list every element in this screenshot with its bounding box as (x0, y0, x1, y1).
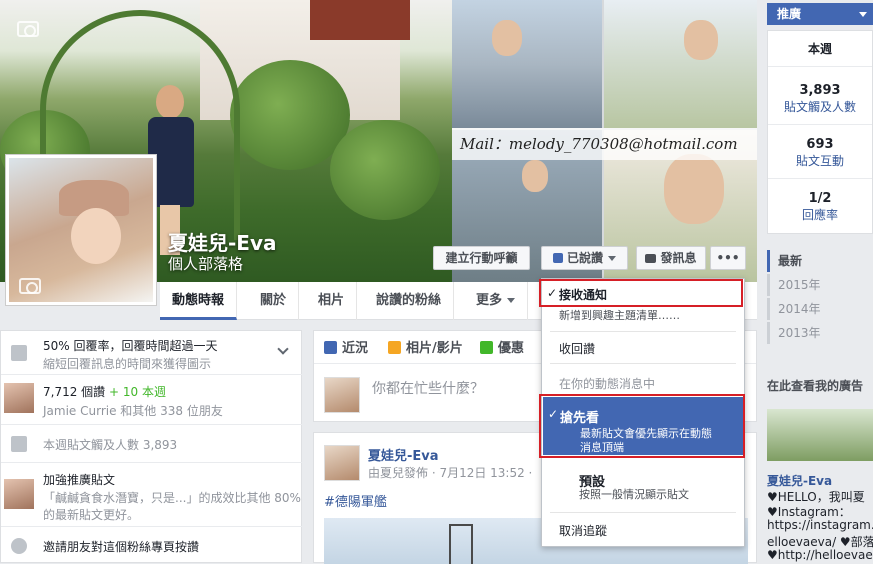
likes-row[interactable]: 7,712 個讚 + 10 本週 Jamie Currie 和其他 338 位朋… (1, 375, 303, 425)
boost-line2: 的最新貼文更好。 (43, 508, 140, 522)
tree-image (330, 120, 440, 220)
stat-label: 回應率 (801, 208, 838, 222)
promote-header[interactable]: 推廣 (767, 3, 873, 25)
stat-value: 693 (806, 137, 834, 152)
tab-about[interactable]: 關於 (248, 282, 300, 320)
tab-more[interactable]: 更多 (464, 282, 529, 320)
caret-down-icon (859, 12, 867, 17)
stat-reach[interactable]: 3,893 貼文觸及人數 (768, 67, 872, 125)
stat-label: 貼文互動 (795, 154, 844, 168)
highlight-box (539, 394, 745, 458)
boost-title: 加強推廣貼文 (43, 473, 116, 487)
menu-section-header: 在你的動態消息中 (559, 377, 656, 391)
message-icon (11, 345, 27, 361)
tab-timeline[interactable]: 動態時報 (160, 282, 238, 320)
menu-item-unfollow[interactable]: 取消追蹤 (542, 522, 744, 539)
ad-text-line[interactable]: https://instagram.co (767, 518, 873, 532)
collage-photo (452, 0, 602, 128)
response-rate-row[interactable]: 50% 回覆率，回覆時間超過一天 縮短回覆訊息的時間來獲得圖示 (1, 331, 303, 375)
tab-photos[interactable]: 相片 (306, 282, 358, 320)
page-category: 個人部落格 (168, 255, 244, 273)
stat-engagement[interactable]: 693 貼文互動 (768, 125, 872, 179)
liked-label: 已說讚 (566, 251, 603, 265)
bar-chart-icon (11, 436, 27, 452)
this-week-label: 本週 (768, 31, 872, 67)
message-button[interactable]: 發訊息 (636, 246, 706, 270)
pencil-icon (324, 341, 337, 354)
profile-picture[interactable] (5, 154, 157, 306)
divider (550, 363, 736, 364)
response-rate-sub: 縮短回覆訊息的時間來獲得圖示 (43, 357, 212, 371)
camera-icon[interactable] (19, 278, 41, 294)
cover-email-overlay: Mail：melody_770308@hotmail.com (452, 128, 757, 160)
promote-label: 推廣 (777, 7, 802, 21)
year-recent[interactable]: 最新 (767, 250, 802, 272)
composer-tab-status[interactable]: 近況 (324, 337, 368, 359)
post-author[interactable]: 夏娃兒-Eva (368, 445, 439, 464)
stat-label: 貼文觸及人數 (783, 100, 856, 114)
invite-row[interactable]: 邀請朋友對這個粉絲專頁按讚 (1, 527, 303, 563)
ads-title: 在此查看我的廣告 (767, 379, 864, 393)
menu-item-add-to-list[interactable]: 新增到興趣主題清單…… (542, 307, 744, 323)
post-hashtag[interactable]: #德陽軍艦 (324, 491, 387, 510)
collage-photo (604, 0, 757, 128)
likes-count: 7,712 個讚 (43, 385, 106, 399)
divider (550, 331, 736, 332)
more-options-button[interactable]: ••• (710, 246, 746, 270)
offer-label: 優惠 (498, 341, 525, 356)
message-label: 發訊息 (660, 251, 697, 265)
person-icon (11, 538, 27, 554)
composer-input[interactable]: 你都在忙些什麼？ (372, 378, 484, 398)
composer-tab-offer[interactable]: 優惠 (480, 337, 524, 359)
response-rate-title: 50% 回覆率，回覆時間超過一天 (43, 339, 218, 353)
likes-new: + 10 本週 (109, 385, 166, 399)
likes-friends[interactable]: Jamie Currie 和其他 338 位朋友 (43, 402, 223, 419)
chevron-down-icon[interactable] (277, 343, 289, 355)
composer-tab-photo[interactable]: 相片/影片 (388, 337, 463, 359)
boost-row[interactable]: 加強推廣貼文 「鹹鹹貪食水潛寶，只是...」的成效比其他 80% 的最新貼文更好… (1, 463, 303, 527)
reach-row[interactable]: 本週貼文觸及人數 3,893 (1, 425, 303, 463)
year-2014[interactable]: 2014年 (767, 298, 821, 320)
tab-likes[interactable]: 說讚的粉絲 (364, 282, 455, 320)
year-2015[interactable]: 2015年 (767, 274, 821, 296)
ad-page-name[interactable]: 夏娃兒-Eva (767, 472, 832, 489)
photo-icon (388, 341, 401, 354)
ad-text-line[interactable]: ♥http://helloevaeva.pi (767, 548, 873, 562)
status-label: 近況 (342, 341, 369, 356)
year-2013[interactable]: 2013年 (767, 322, 821, 344)
left-column: 50% 回覆率，回覆時間超過一天 縮短回覆訊息的時間來獲得圖示 7,712 個讚… (0, 330, 303, 563)
boost-line1: 「鹹鹹貪食水潛寶，只是...」的成效比其他 80% (43, 491, 301, 505)
roof-image (310, 0, 410, 40)
create-cta-button[interactable]: 建立行動呼籲 (433, 246, 530, 270)
reach-text: 本週貼文觸及人數 3,893 (43, 438, 178, 452)
avatar (324, 377, 360, 413)
post-meta: 由夏兒發佈 · 7月12日 13:52 · (368, 466, 533, 480)
more-label: 更多 (476, 293, 503, 308)
camera-icon[interactable] (17, 21, 39, 37)
avatar[interactable] (324, 445, 360, 481)
stat-value: 1/2 (808, 191, 832, 206)
photo-label: 相片/影片 (406, 341, 463, 356)
invite-text: 邀請朋友對這個粉絲專頁按讚 (43, 540, 200, 554)
page-name[interactable]: 夏娃兒-Eva (168, 227, 277, 256)
highlight-box (539, 279, 743, 307)
default-desc: 按照一般情況顯示貼文 (579, 488, 689, 501)
friend-avatar (4, 383, 34, 413)
stat-value: 3,893 (799, 83, 841, 98)
post-thumbnail (4, 479, 34, 509)
ad-image[interactable] (767, 409, 873, 461)
caret-down-icon (608, 256, 616, 261)
weekly-stats-panel: 本週 3,893 貼文觸及人數 693 貼文互動 1/2 回應率 (767, 30, 873, 234)
divider (550, 512, 736, 513)
right-column: 推廣 本週 3,893 貼文觸及人數 693 貼文互動 1/2 回應率 最新 2… (757, 0, 873, 563)
thumbs-up-icon (552, 253, 563, 263)
stat-response[interactable]: 1/2 回應率 (768, 179, 872, 233)
offer-icon (480, 341, 493, 354)
menu-item-unlike[interactable]: 收回讚 (542, 340, 744, 357)
caret-down-icon (507, 298, 516, 303)
liked-button[interactable]: 已說讚 (541, 246, 628, 270)
message-icon (645, 254, 657, 263)
